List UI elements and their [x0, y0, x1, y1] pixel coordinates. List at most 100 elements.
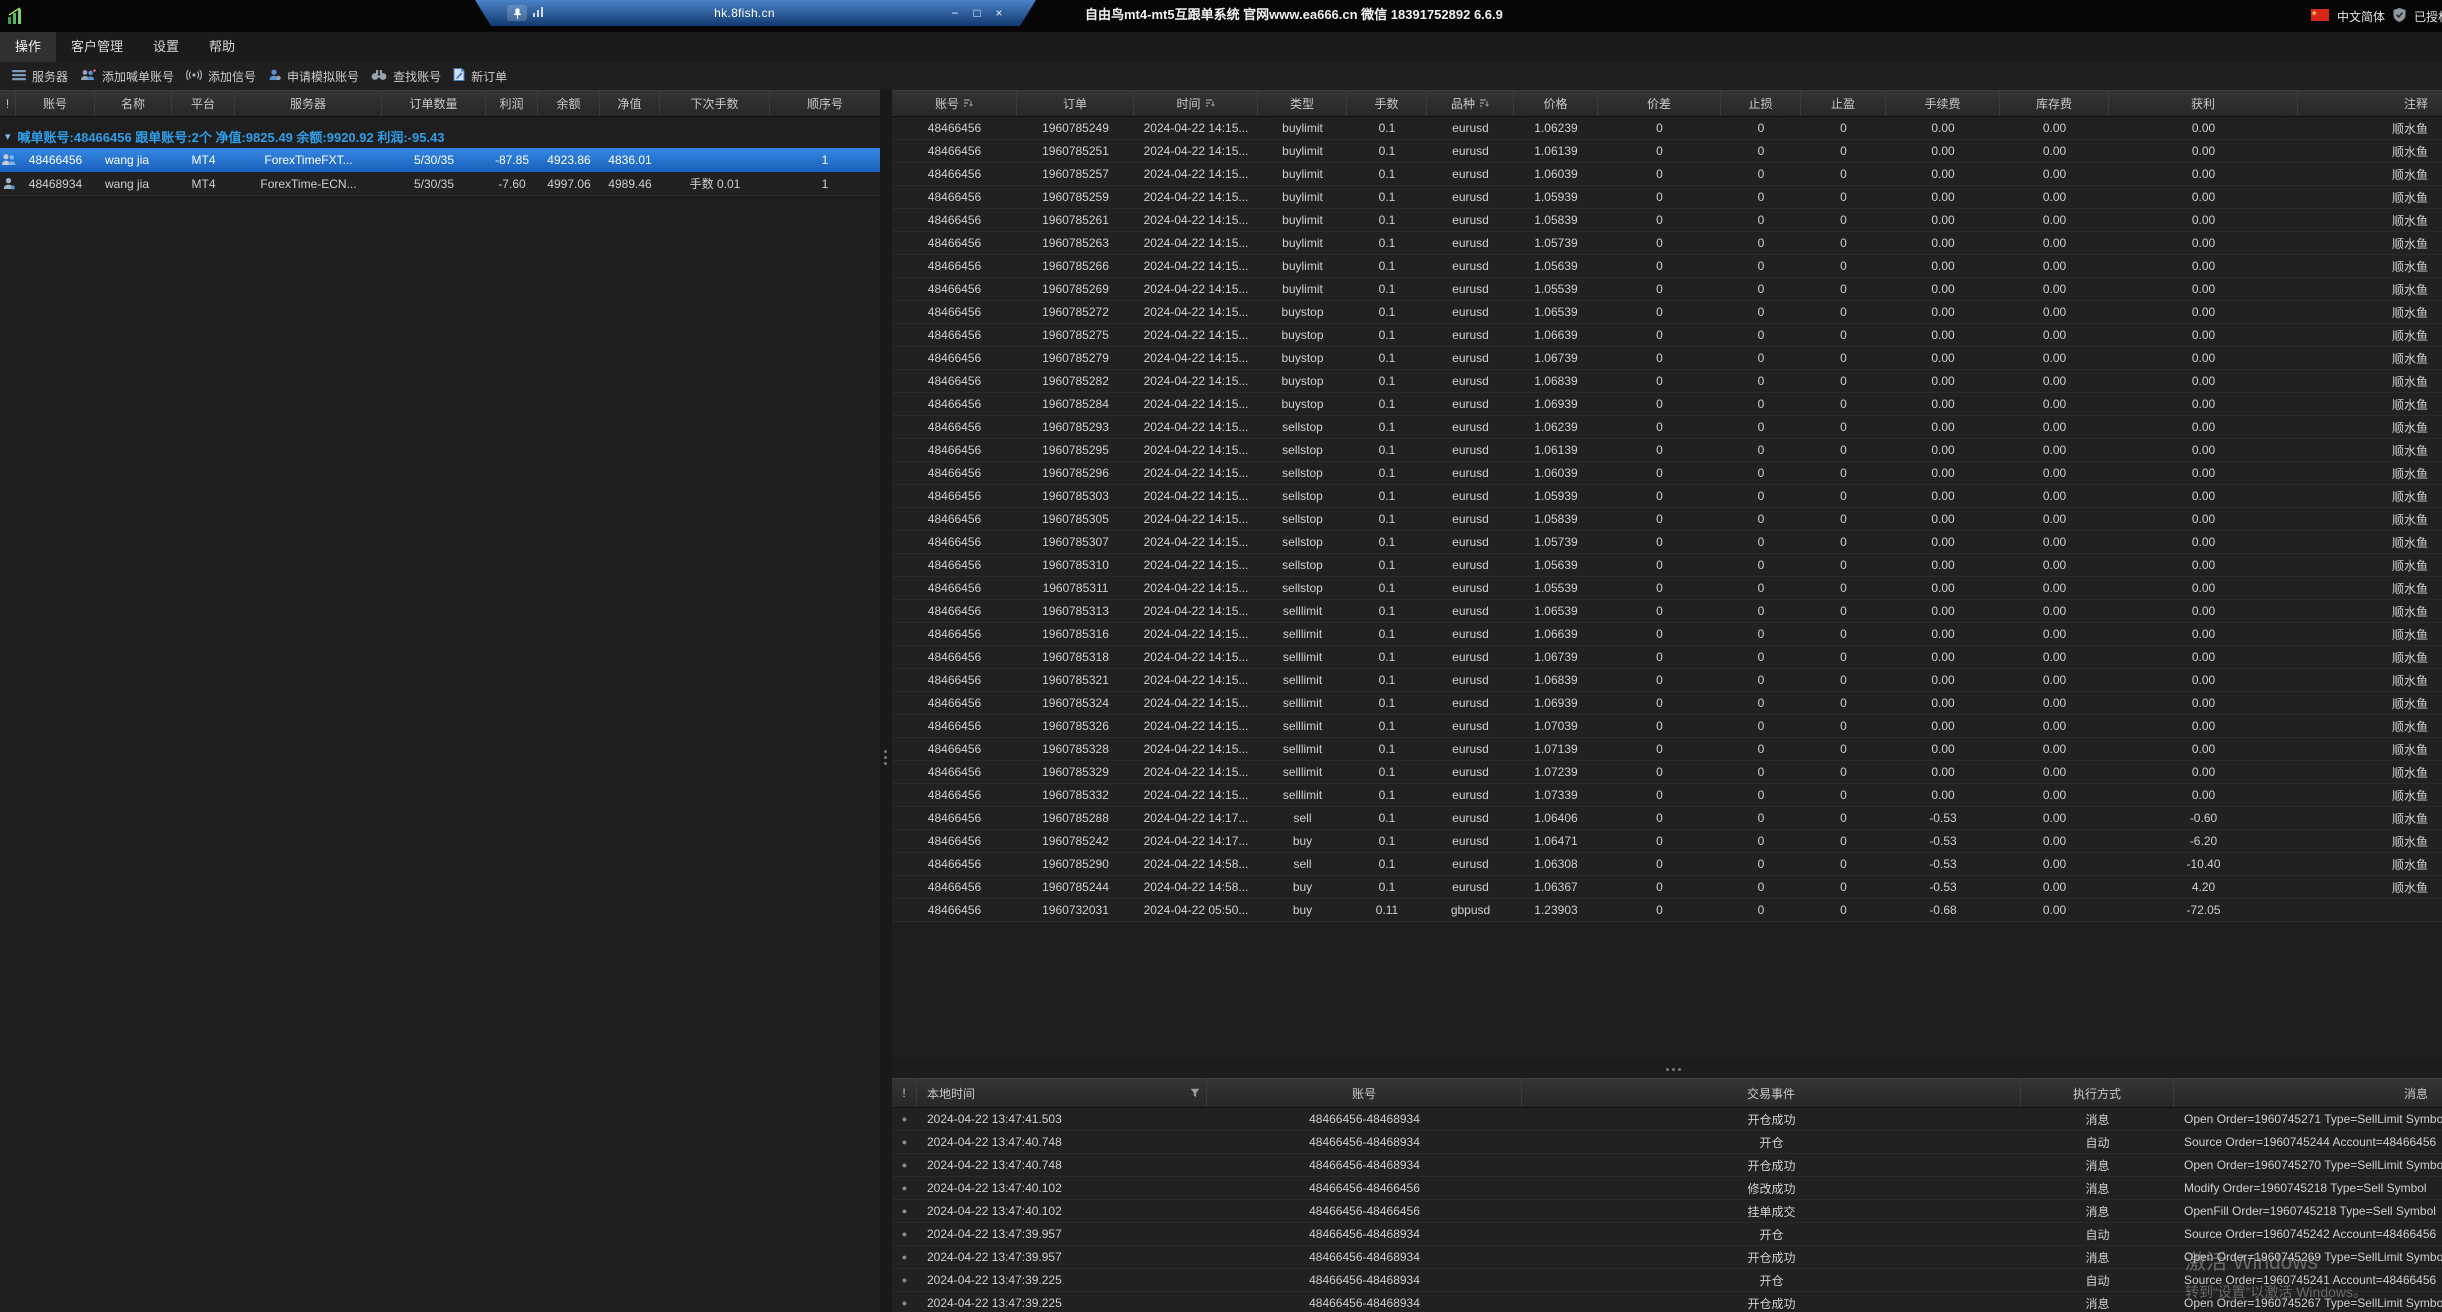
order-row[interactable]: 4846645619607853072024-04-22 14:15...sel… [892, 531, 2442, 554]
orders-header-time[interactable]: 时间 [1134, 91, 1258, 116]
log-row[interactable]: ●2024-04-22 13:47:39.22548466456-4846893… [892, 1269, 2442, 1292]
order-row[interactable]: 4846645619607852512024-04-22 14:15...buy… [892, 140, 2442, 163]
toolbar-button-添加喊单账号[interactable]: 添加喊单账号 [80, 68, 174, 85]
orders-header-take-profit[interactable]: 止盈 [1801, 91, 1886, 116]
order-row[interactable]: 4846645619607853322024-04-22 14:15...sel… [892, 784, 2442, 807]
log-row[interactable]: ●2024-04-22 13:47:39.95748466456-4846893… [892, 1246, 2442, 1269]
orders-header-swap[interactable]: 库存费 [2000, 91, 2109, 116]
order-row[interactable]: 4846645619607853212024-04-22 14:15...sel… [892, 669, 2442, 692]
order-row[interactable]: 4846645619607853292024-04-22 14:15...sel… [892, 761, 2442, 784]
log-row[interactable]: ●2024-04-22 13:47:39.95748466456-4846893… [892, 1223, 2442, 1246]
orders-header-type[interactable]: 类型 [1258, 91, 1347, 116]
order-row[interactable]: 4846645619607852692024-04-22 14:15...buy… [892, 278, 2442, 301]
order-row[interactable]: 4846645619607853052024-04-22 14:15...sel… [892, 508, 2442, 531]
accounts-header-顺序号[interactable]: 顺序号 [770, 91, 880, 116]
order-row[interactable]: 4846645619607320312024-04-22 05:50...buy… [892, 899, 2442, 922]
orders-header-lots[interactable]: 手数 [1347, 91, 1427, 116]
order-row[interactable]: 4846645619607853242024-04-22 14:15...sel… [892, 692, 2442, 715]
log-header-local-time[interactable]: 本地时间 [917, 1079, 1207, 1107]
order-row[interactable]: 4846645619607853262024-04-22 14:15...sel… [892, 715, 2442, 738]
log-header-trade-event[interactable]: 交易事件 [1522, 1079, 2021, 1107]
order-row[interactable]: 4846645619607852492024-04-22 14:15...buy… [892, 117, 2442, 140]
log-cell-exec-mode: 消息 [2021, 1157, 2174, 1174]
accounts-header-平台[interactable]: 平台 [172, 91, 235, 116]
pin-icon[interactable] [507, 5, 527, 21]
accounts-header-名称[interactable]: 名称 [95, 91, 172, 116]
log-header-exec-mode[interactable]: 执行方式 [2021, 1079, 2174, 1107]
order-row[interactable]: 4846645619607852882024-04-22 14:17...sel… [892, 807, 2442, 830]
order-row[interactable]: 4846645619607852792024-04-22 14:15...buy… [892, 347, 2442, 370]
orders-header-commission[interactable]: 手续费 [1886, 91, 2000, 116]
order-row[interactable]: 4846645619607852722024-04-22 14:15...buy… [892, 301, 2442, 324]
rdp-close-button[interactable]: × [988, 6, 1010, 20]
log-row[interactable]: ●2024-04-22 13:47:40.10248466456-4846645… [892, 1200, 2442, 1223]
accounts-header-![interactable]: ! [0, 91, 16, 116]
toolbar-button-添加信号[interactable]: 添加信号 [186, 68, 256, 85]
order-row[interactable]: 4846645619607853162024-04-22 14:15...sel… [892, 623, 2442, 646]
order-row[interactable]: 4846645619607853112024-04-22 14:15...sel… [892, 577, 2442, 600]
order-row[interactable]: 4846645619607853182024-04-22 14:15...sel… [892, 646, 2442, 669]
order-row[interactable]: 4846645619607852632024-04-22 14:15...buy… [892, 232, 2442, 255]
order-cell-profit: 0.00 [2109, 351, 2298, 365]
accounts-header-服务器[interactable]: 服务器 [235, 91, 382, 116]
toolbar-button-申请模拟账号[interactable]: 申请模拟账号 [268, 68, 359, 85]
order-row[interactable]: 4846645619607852952024-04-22 14:15...sel… [892, 439, 2442, 462]
account-group-row[interactable]: ▾ 喊单账号:48466456 跟单账号:2个 净值:9825.49 余额:99… [0, 125, 880, 148]
account-row[interactable]: 48466456wang jiaMT4ForexTimeFXT...5/30/3… [0, 148, 880, 172]
log-row[interactable]: ●2024-04-22 13:47:40.74848466456-4846893… [892, 1154, 2442, 1177]
log-row[interactable]: ●2024-04-22 13:47:40.74848466456-4846893… [892, 1131, 2442, 1154]
collapse-arrow-icon[interactable]: ▾ [5, 130, 11, 143]
rdp-restore-button[interactable]: □ [966, 6, 988, 20]
accounts-header-余额[interactable]: 余额 [538, 91, 600, 116]
order-row[interactable]: 4846645619607852932024-04-22 14:15...sel… [892, 416, 2442, 439]
log-header-account[interactable]: 账号 [1207, 1079, 1522, 1107]
order-row[interactable]: 4846645619607852962024-04-22 14:15...sel… [892, 462, 2442, 485]
accounts-header-利润[interactable]: 利润 [486, 91, 538, 116]
log-row[interactable]: ●2024-04-22 13:47:40.10248466456-4846645… [892, 1177, 2442, 1200]
orders-header-account[interactable]: 账号 [892, 91, 1017, 116]
toolbar-button-查找账号[interactable]: 查找账号 [371, 68, 441, 85]
orders-header-order[interactable]: 订单 [1017, 91, 1134, 116]
accounts-header-下次手数[interactable]: 下次手数 [660, 91, 770, 116]
order-row[interactable]: 4846645619607852612024-04-22 14:15...buy… [892, 209, 2442, 232]
order-cell-symbol: eurusd [1427, 489, 1514, 503]
order-row[interactable]: 4846645619607852752024-04-22 14:15...buy… [892, 324, 2442, 347]
order-row[interactable]: 4846645619607853102024-04-22 14:15...sel… [892, 554, 2442, 577]
accounts-header-净值[interactable]: 净值 [600, 91, 660, 116]
rdp-connection-bar[interactable]: hk.8fish.cn − □ × [475, 0, 1036, 26]
accounts-header-账号[interactable]: 账号 [16, 91, 95, 116]
menu-item-设置[interactable]: 设置 [138, 32, 194, 62]
order-row[interactable]: 4846645619607852592024-04-22 14:15...buy… [892, 186, 2442, 209]
log-header-flag[interactable]: ! [892, 1079, 917, 1107]
order-row[interactable]: 4846645619607853282024-04-22 14:15...sel… [892, 738, 2442, 761]
order-row[interactable]: 4846645619607853132024-04-22 14:15...sel… [892, 600, 2442, 623]
orders-header-price[interactable]: 价格 [1514, 91, 1598, 116]
log-row[interactable]: ●2024-04-22 13:47:39.22548466456-4846893… [892, 1292, 2442, 1312]
log-row[interactable]: ●2024-04-22 13:47:41.50348466456-4846893… [892, 1108, 2442, 1131]
orders-header-symbol[interactable]: 品种 [1427, 91, 1514, 116]
order-row[interactable]: 4846645619607853032024-04-22 14:15...sel… [892, 485, 2442, 508]
vertical-splitter[interactable] [880, 90, 892, 1312]
order-row[interactable]: 4846645619607852902024-04-22 14:58...sel… [892, 853, 2442, 876]
account-row[interactable]: 48468934wang jiaMT4ForexTime-ECN...5/30/… [0, 172, 880, 196]
rdp-minimize-button[interactable]: − [944, 6, 966, 20]
log-header-message[interactable]: 消息 [2174, 1079, 2442, 1107]
order-row[interactable]: 4846645619607852822024-04-22 14:15...buy… [892, 370, 2442, 393]
language-switcher[interactable]: 中文简体 [2337, 8, 2385, 25]
orders-header-comment[interactable]: 注释 [2298, 91, 2442, 116]
toolbar-button-新订单[interactable]: 新订单 [453, 68, 507, 85]
orders-header-profit[interactable]: 获利 [2109, 91, 2298, 116]
toolbar-button-服务器[interactable]: 服务器 [12, 68, 68, 85]
orders-header-stop-loss[interactable]: 止损 [1721, 91, 1801, 116]
accounts-header-订单数量[interactable]: 订单数量 [382, 91, 486, 116]
order-row[interactable]: 4846645619607852442024-04-22 14:58...buy… [892, 876, 2442, 899]
menu-item-客户管理[interactable]: 客户管理 [56, 32, 138, 62]
horizontal-splitter[interactable] [892, 1060, 2442, 1078]
order-row[interactable]: 4846645619607852572024-04-22 14:15...buy… [892, 163, 2442, 186]
menu-item-帮助[interactable]: 帮助 [194, 32, 250, 62]
order-row[interactable]: 4846645619607852662024-04-22 14:15...buy… [892, 255, 2442, 278]
order-row[interactable]: 4846645619607852842024-04-22 14:15...buy… [892, 393, 2442, 416]
orders-header-spread[interactable]: 价差 [1598, 91, 1721, 116]
order-row[interactable]: 4846645619607852422024-04-22 14:17...buy… [892, 830, 2442, 853]
menu-item-操作[interactable]: 操作 [0, 32, 56, 62]
